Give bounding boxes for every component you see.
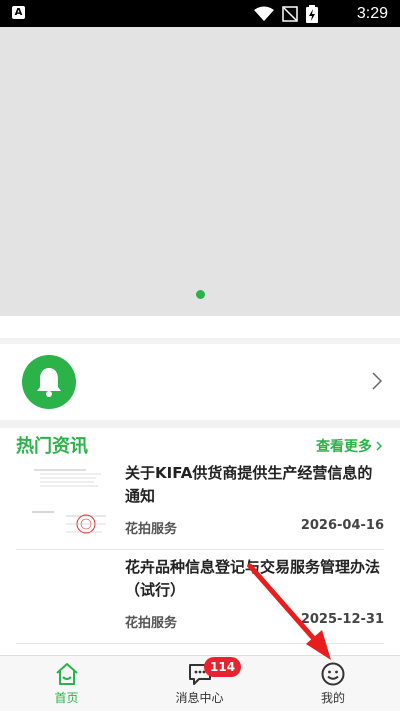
- news-date: 2026-04-16: [300, 518, 384, 533]
- home-icon: [55, 663, 78, 685]
- unread-count-badge: 114: [204, 657, 242, 677]
- carousel-indicator-dot[interactable]: [196, 290, 205, 299]
- divider: [0, 420, 400, 428]
- tab-mine[interactable]: 我的: [266, 656, 400, 711]
- tab-messages-label: 消息中心: [175, 691, 224, 705]
- bottom-tab-bar: 首页 114 消息中心 我的: [0, 655, 400, 711]
- news-headline: 花卉品种信息登记与交易服务管理办法（试行）: [125, 558, 381, 599]
- spacer: [0, 316, 400, 338]
- tab-home-label: 首页: [54, 691, 79, 705]
- status-bar: A 3:29: [0, 0, 400, 27]
- news-section-title: 热门资讯: [16, 436, 88, 457]
- news-item[interactable]: 关于KIFA供货商提供生产经营信息的通知 花拍服务 2026-04-16: [16, 462, 384, 550]
- bell-icon: [22, 355, 76, 409]
- news-date: 2025-12-31: [300, 612, 384, 627]
- news-thumbnail-document: [26, 462, 116, 542]
- app-notification-icon: A: [12, 6, 25, 19]
- smiley-icon: [321, 662, 345, 686]
- news-source: 花拍服务: [125, 522, 178, 537]
- chevron-right-icon[interactable]: [372, 372, 382, 390]
- view-more-link[interactable]: 查看更多: [316, 436, 382, 456]
- tab-messages[interactable]: 114 消息中心: [133, 656, 266, 711]
- no-signal-icon: [282, 6, 298, 22]
- news-section: 热门资讯 查看更多 关于KIFA供货商提供生产经营信息的通知 花拍服务 2026…: [0, 428, 400, 655]
- news-headline: 关于KIFA供货商提供生产经营信息的通知: [125, 464, 373, 505]
- tab-home[interactable]: 首页: [0, 656, 133, 711]
- battery-charging-icon: [306, 5, 318, 23]
- tab-mine-label: 我的: [320, 691, 345, 705]
- wifi-icon: [254, 6, 274, 21]
- chevron-right-icon: [376, 441, 382, 451]
- news-item[interactable]: 花卉品种信息登记与交易服务管理办法（试行） 花拍服务 2025-12-31: [16, 556, 384, 644]
- view-more-label: 查看更多: [316, 439, 372, 455]
- status-time: 3:29: [356, 5, 388, 22]
- banner-carousel[interactable]: [0, 27, 400, 316]
- news-source: 花拍服务: [125, 616, 178, 631]
- notice-row[interactable]: [0, 344, 400, 420]
